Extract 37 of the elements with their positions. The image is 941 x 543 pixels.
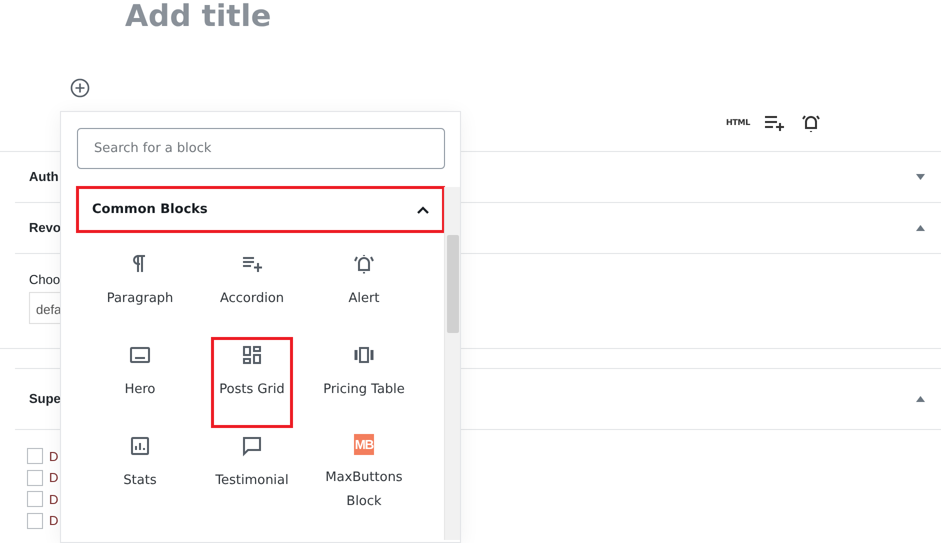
collapse-arrow-icon[interactable]: [916, 225, 925, 231]
collapse-arrow-icon[interactable]: [916, 396, 925, 402]
block-icon: [240, 343, 264, 367]
chevron-up-icon: [417, 206, 429, 214]
block-button[interactable]: Pricing Table: [308, 337, 420, 428]
scrollbar[interactable]: [444, 187, 460, 540]
field-label: Choo: [29, 271, 60, 289]
checkbox-label: D: [49, 448, 58, 466]
block-button[interactable]: Testimonial: [196, 428, 308, 519]
checkbox[interactable]: [27, 448, 43, 464]
block-button[interactable]: MB MaxButtons Block: [308, 428, 420, 519]
search-field[interactable]: Search for a block: [77, 128, 445, 169]
add-block-icon[interactable]: [70, 78, 90, 98]
block-button[interactable]: Accordion: [196, 246, 308, 337]
block-button[interactable]: Hero: [84, 337, 196, 428]
expand-arrow-icon[interactable]: [916, 174, 925, 180]
block-icon: [352, 252, 376, 276]
section-title[interactable]: Auth: [29, 167, 59, 187]
scrollbar-thumb[interactable]: [447, 235, 459, 333]
html-button[interactable]: HTML: [726, 117, 750, 129]
checkbox-label: D: [49, 469, 58, 487]
logo-icon: MB: [354, 434, 374, 455]
block-icon: [240, 434, 264, 458]
block-button[interactable]: Posts Grid: [211, 337, 293, 428]
block-icon: [128, 434, 152, 458]
list-add-icon[interactable]: [764, 114, 786, 132]
checkbox[interactable]: [27, 512, 43, 529]
checkbox[interactable]: [27, 470, 43, 486]
block-button[interactable]: Paragraph: [84, 246, 196, 337]
section-title[interactable]: Revo: [29, 218, 61, 238]
checkbox-label: D: [49, 512, 58, 530]
category-header[interactable]: Common Blocks: [77, 187, 444, 232]
block-button[interactable]: Alert: [308, 246, 420, 337]
block-button[interactable]: Stats: [84, 428, 196, 519]
section-title[interactable]: Supe: [29, 388, 61, 408]
checkbox[interactable]: [27, 491, 43, 508]
checkbox-label: D: [49, 490, 58, 508]
